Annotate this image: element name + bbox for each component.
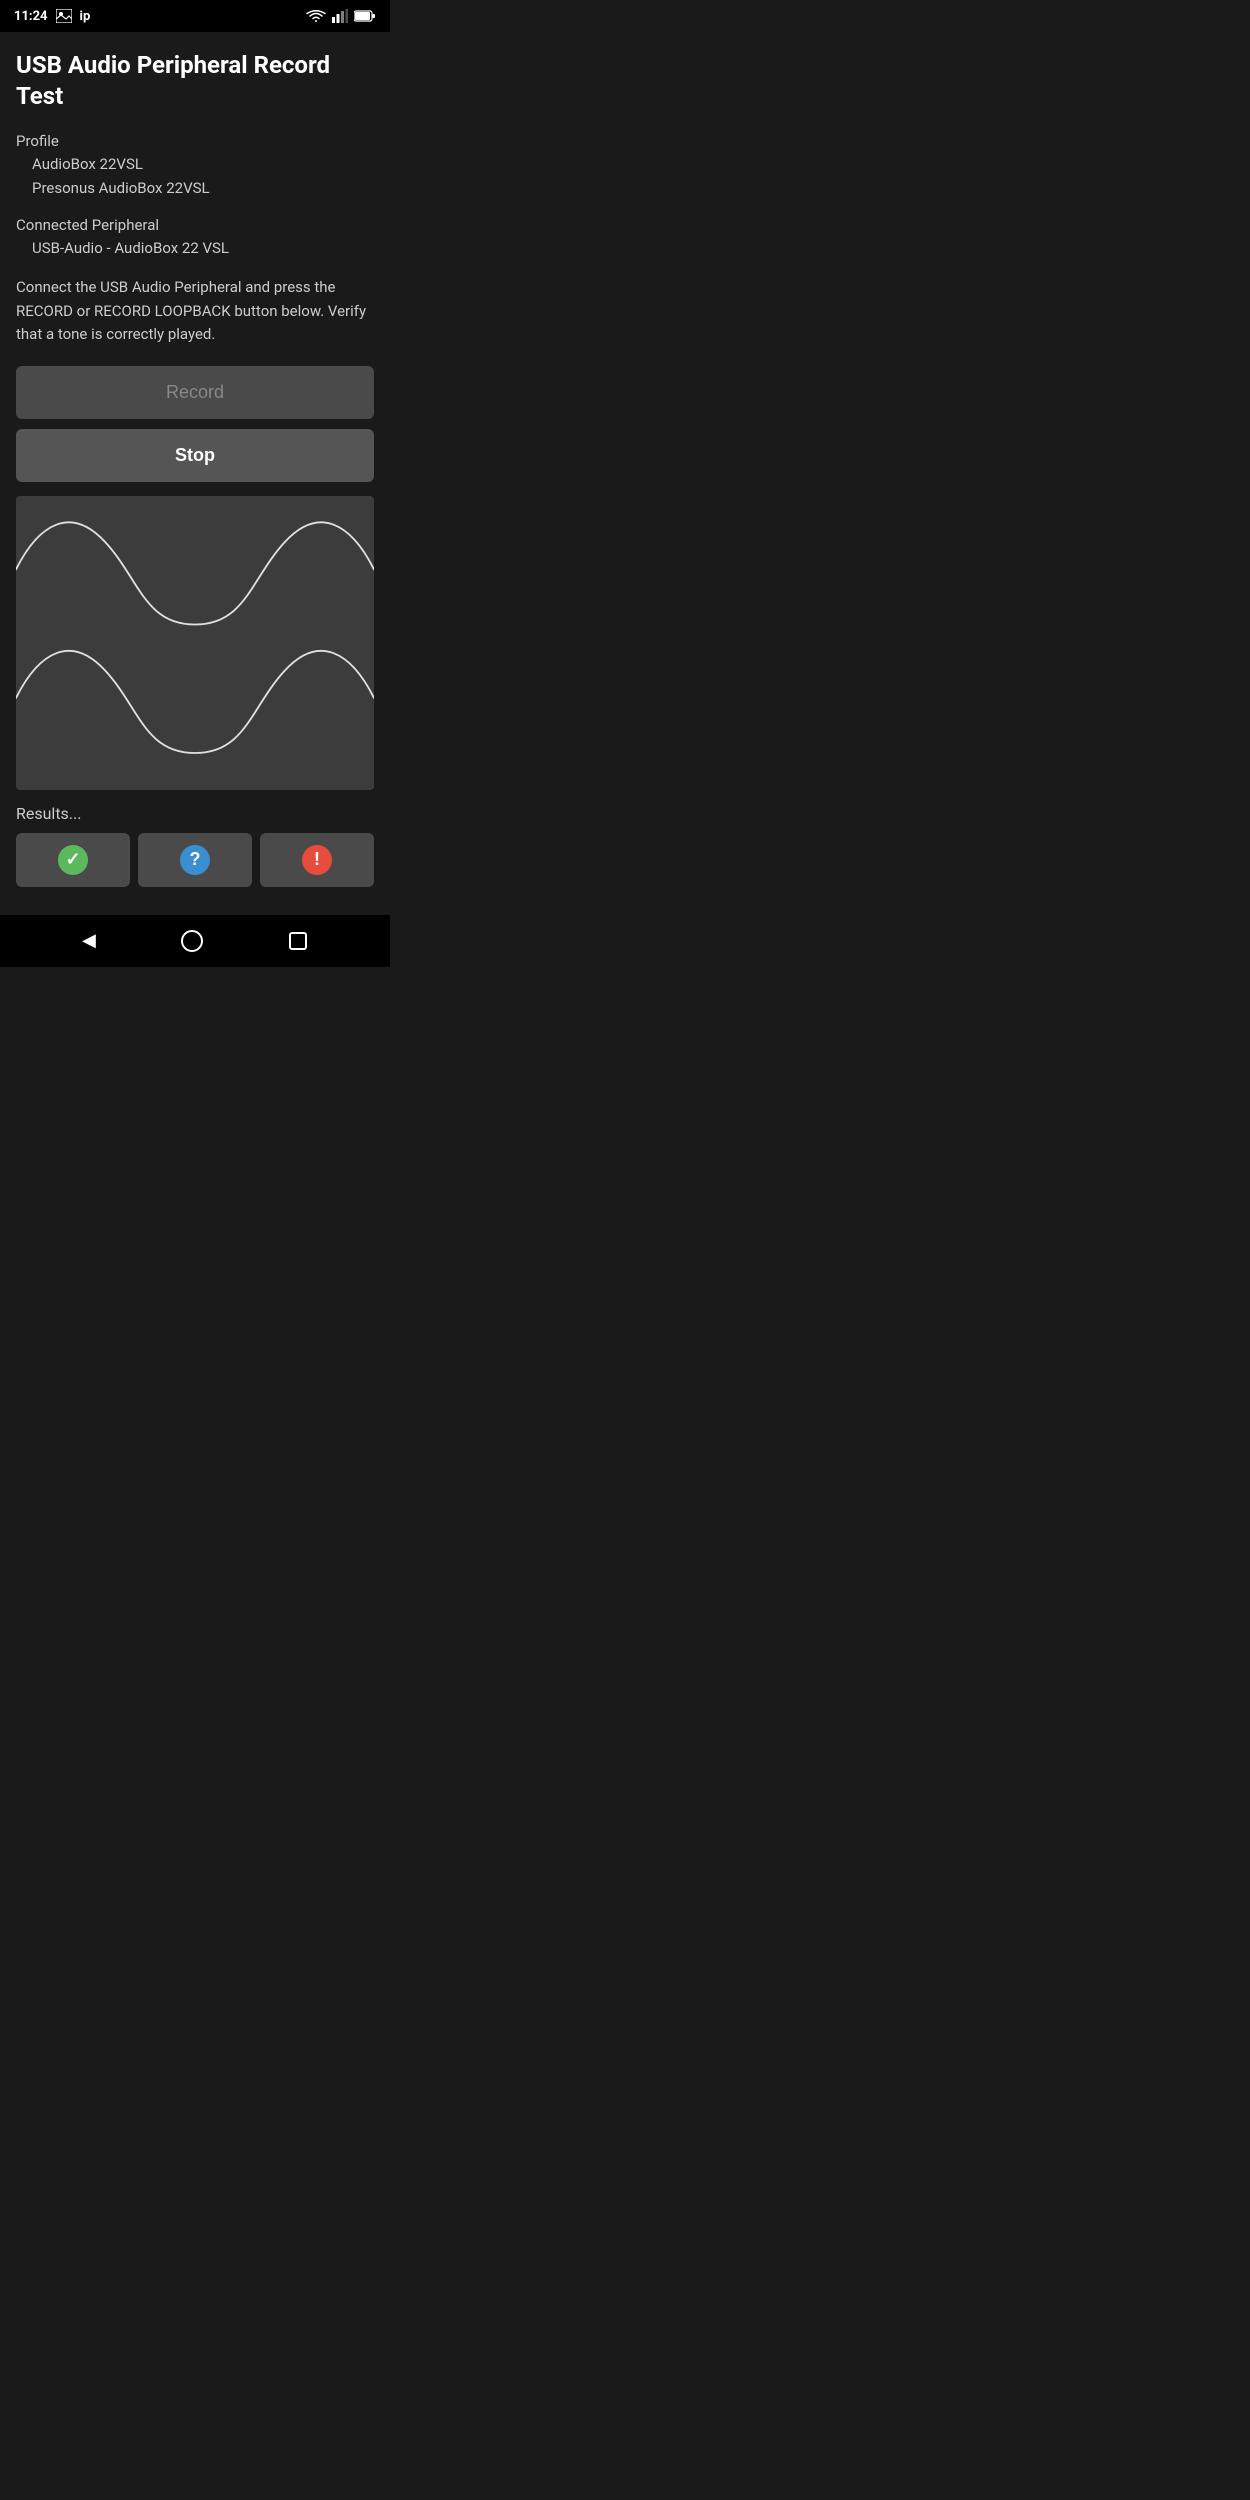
- profile-line2: Presonus AudioBox 22VSL: [16, 176, 374, 200]
- question-icon: ?: [180, 845, 210, 875]
- status-left: 11:24 ip: [14, 9, 90, 24]
- home-circle-icon: [180, 929, 204, 953]
- page-title: USB Audio Peripheral Record Test: [16, 50, 374, 112]
- results-buttons: ✓ ? !: [16, 833, 374, 887]
- stop-button[interactable]: Stop: [16, 429, 374, 482]
- image-icon: [56, 9, 72, 23]
- main-content: USB Audio Peripheral Record Test Profile…: [0, 32, 390, 915]
- battery-icon: [354, 10, 376, 22]
- waveform-svg: [16, 496, 374, 790]
- profile-section: Profile AudioBox 22VSL Presonus AudioBox…: [16, 132, 374, 200]
- result-question-button[interactable]: ?: [138, 833, 252, 887]
- wifi-icon: [306, 9, 326, 23]
- profile-label: Profile: [16, 132, 374, 150]
- time-display: 11:24: [14, 9, 48, 24]
- ip-label: ip: [80, 9, 91, 24]
- recents-square-icon: [288, 931, 308, 951]
- result-exclamation-button[interactable]: !: [260, 833, 374, 887]
- waveform-container: [16, 496, 374, 790]
- back-icon: ◀: [82, 930, 96, 951]
- peripheral-label: Connected Peripheral: [16, 216, 374, 234]
- exclamation-icon: !: [302, 845, 332, 875]
- nav-bar: ◀: [0, 915, 390, 967]
- check-icon: ✓: [58, 845, 88, 875]
- status-bar: 11:24 ip: [0, 0, 390, 32]
- back-button[interactable]: ◀: [74, 922, 104, 959]
- peripheral-section: Connected Peripheral USB-Audio - AudioBo…: [16, 216, 374, 260]
- peripheral-value: USB-Audio - AudioBox 22 VSL: [16, 236, 374, 260]
- results-label: Results...: [16, 804, 374, 823]
- instruction-text: Connect the USB Audio Peripheral and pre…: [16, 276, 374, 346]
- home-button[interactable]: [172, 921, 212, 961]
- signal-icon: [332, 9, 348, 23]
- record-button[interactable]: Record: [16, 366, 374, 419]
- recents-button[interactable]: [280, 923, 316, 959]
- status-right: [306, 9, 376, 23]
- result-check-button[interactable]: ✓: [16, 833, 130, 887]
- profile-line1: AudioBox 22VSL: [16, 152, 374, 176]
